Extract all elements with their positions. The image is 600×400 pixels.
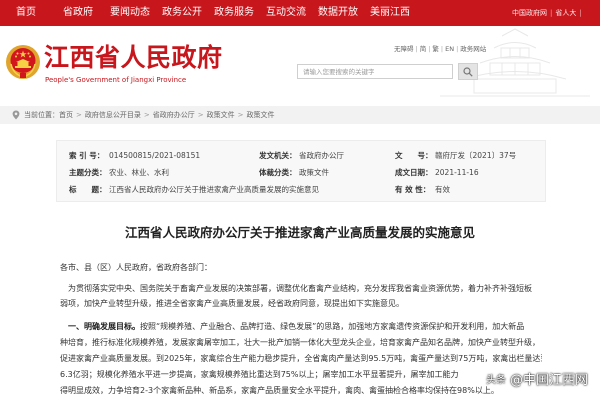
breadcrumb-item-home[interactable]: 首页 [59, 111, 73, 119]
meta-value: 政策文件 [299, 168, 329, 177]
meta-label: 主题分类： [69, 168, 107, 177]
separator: > [76, 111, 82, 119]
meta-label: 成文日期： [395, 168, 433, 177]
nav-interaction[interactable]: 互动交流 [260, 0, 312, 26]
paragraph-1-line: 弱项，加快产业转型升级，推进全省家禽产业高质量发展，经省政府同意，现提出如下实施… [60, 299, 404, 308]
meta-label: 索 引 号： [69, 151, 105, 160]
meta-value: 农业、林业、水利 [109, 168, 169, 177]
paragraph-2-line: 6.3亿羽；规模化养殖水平进一步提高，家禽规模养殖比重达到75%以上；屠宰加工水… [60, 370, 459, 379]
meta-row: 索 引 号： 014500815/2021-08151 发文机关： 省政府办公厅 文… [57, 147, 545, 164]
meta-label: 体裁分类： [259, 168, 297, 177]
site-title[interactable]: 江西省人民政府 [44, 44, 223, 72]
tool-links: 无障碍 | 简 | 繁 | EN | 政务网站 [394, 45, 486, 54]
breadcrumb: 当前位置：首页 > 政府信息公开目录 > 省政府办公厅 > 政策文件 > 政策文件 [24, 106, 275, 124]
nav-government-services[interactable]: 政务服务 [208, 0, 260, 26]
separator: > [237, 111, 244, 119]
paragraph-1-line: 为贯彻落实党中央、国务院关于畜禽产业发展的决策部署，调整优化畜禽产业结构，充分发… [68, 284, 532, 293]
separator: > [197, 111, 204, 119]
meta-value: 014500815/2021-08151 [109, 151, 201, 160]
breadcrumb-item-policy-documents[interactable]: 政策文件 [207, 111, 235, 119]
nav-open-data[interactable]: 数据开放 [312, 0, 364, 26]
meta-label: 发文机关： [259, 151, 297, 160]
meta-validity: 有 效 性： 有效 [395, 181, 450, 198]
meta-document-number: 文 号： 赣府厅发〔2021〕37号 [395, 147, 516, 164]
meta-label: 有 效 性： [395, 185, 431, 194]
meta-value: 2021-11-16 [435, 168, 479, 177]
paragraph-2-line: 促进家禽产业高质量发展。到2025年，家禽综合生产能力稳步提升，全省禽肉产量达到… [60, 354, 542, 363]
top-nav-bar: 首页 省政府 要闻动态 政务公开 政务服务 互动交流 数据开放 美丽江西 中国政… [0, 0, 600, 26]
watermark: 头条 @中国江西网 [486, 366, 588, 390]
separator: | [440, 45, 444, 53]
link-simplified-chinese[interactable]: 简 [420, 45, 427, 53]
separator: | [456, 45, 459, 53]
meta-issuing-authority: 发文机关： 省政府办公厅 [259, 147, 344, 164]
link-english[interactable]: EN [445, 45, 454, 53]
document-title: 江西省人民政府办公厅关于推进家禽产业高质量发展的实施意见 [124, 225, 475, 240]
top-right-links: 中国政府网 | 省人大 | [512, 0, 598, 26]
breadcrumb-bar: 当前位置：首页 > 政府信息公开目录 > 省政府办公厅 > 政策文件 > 政策文件 [0, 106, 600, 124]
breadcrumb-item-disclosure-catalog[interactable]: 政府信息公开目录 [85, 111, 141, 119]
paragraph-2-text: 按照“规模养殖、产业融合、品牌打造、绿色发展”的思路，加强地方家禽遗传资源保护和… [140, 322, 525, 331]
watermark-account: @中国江西网 [510, 372, 589, 388]
section-heading: 一、明确发展目标。 [68, 322, 140, 331]
nav-provincial-government[interactable]: 省政府 [52, 0, 104, 26]
link-provincial-peoples-congress[interactable]: 省人大 [555, 9, 576, 17]
breadcrumb-item-current[interactable]: 政策文件 [247, 111, 275, 119]
meta-row: 主题分类： 农业、林业、水利 体裁分类： 政策文件 成文日期： 2021-11-16 [57, 164, 545, 181]
watermark-platform: 头条 [486, 374, 506, 386]
meta-title: 标 题： 江西省人民政府办公厅关于推进家禽产业高质量发展的实施意见 [69, 181, 319, 198]
meta-subject-category: 主题分类： 农业、林业、水利 [69, 164, 169, 181]
nav-beautiful-jiangxi[interactable]: 美丽江西 [364, 0, 416, 26]
site-header: 江西省人民政府 People's Government of Jiangxi P… [0, 26, 600, 100]
meta-value: 江西省人民政府办公厅关于推进家禽产业高质量发展的实施意见 [109, 185, 319, 194]
breadcrumb-item-general-office[interactable]: 省政府办公厅 [153, 111, 195, 119]
link-government-website[interactable]: 政务网站 [460, 45, 486, 53]
paragraph-2-line: 种培育，推行标准化规模养殖，发展家禽屠宰加工，壮大一批产加销一体化大型龙头企业，… [60, 338, 540, 347]
meta-value: 赣府厅发〔2021〕37号 [435, 151, 517, 160]
separator: | [579, 9, 582, 17]
meta-label: 文 号： [395, 151, 433, 160]
nav-government-affairs-disclosure[interactable]: 政务公开 [156, 0, 208, 26]
meta-row: 标 题： 江西省人民政府办公厅关于推进家禽产业高质量发展的实施意见 有 效 性：有… [57, 181, 545, 198]
nav-news[interactable]: 要闻动态 [104, 0, 156, 26]
link-china-government-network[interactable]: 中国政府网 [512, 9, 547, 17]
search-button[interactable] [458, 63, 478, 80]
search-icon [463, 66, 473, 77]
breadcrumb-prefix: 当前位置： [24, 111, 59, 119]
document-metadata: 索 引 号： 014500815/2021-08151 发文机关： 省政府办公厅 文… [56, 140, 546, 202]
nav-home[interactable]: 首页 [0, 0, 52, 26]
meta-genre-category: 体裁分类： 政策文件 [259, 164, 329, 181]
meta-index-number: 索 引 号： 014500815/2021-08151 [69, 147, 200, 164]
meta-value: 有效 [435, 185, 450, 194]
location-pin-icon [12, 110, 20, 120]
separator: > [143, 111, 150, 119]
site-logo[interactable] [5, 44, 41, 80]
national-emblem-icon [6, 45, 40, 79]
paragraph-2-line: 一、明确发展目标。按照“规模养殖、产业融合、品牌打造、绿色发展”的思路，加强地方… [68, 321, 542, 333]
meta-value: 省政府办公厅 [299, 151, 344, 160]
separator: | [415, 45, 418, 53]
separator: | [550, 9, 553, 17]
meta-label: 标 题： [69, 185, 107, 194]
salutation: 各市、县（区）人民政府，省政府各部门： [60, 263, 212, 272]
search-input[interactable] [297, 64, 453, 79]
separator: | [428, 45, 431, 53]
meta-written-date: 成文日期： 2021-11-16 [395, 164, 479, 181]
site-subtitle: People's Government of Jiangxi Province [45, 76, 187, 84]
link-traditional-chinese[interactable]: 繁 [432, 45, 439, 53]
paragraph-2-line: 得明显成效，力争培育2-3个家禽新品种、新品系，家禽产品质量安全水平提升，禽肉、… [60, 386, 499, 395]
link-accessibility[interactable]: 无障碍 [394, 45, 414, 53]
